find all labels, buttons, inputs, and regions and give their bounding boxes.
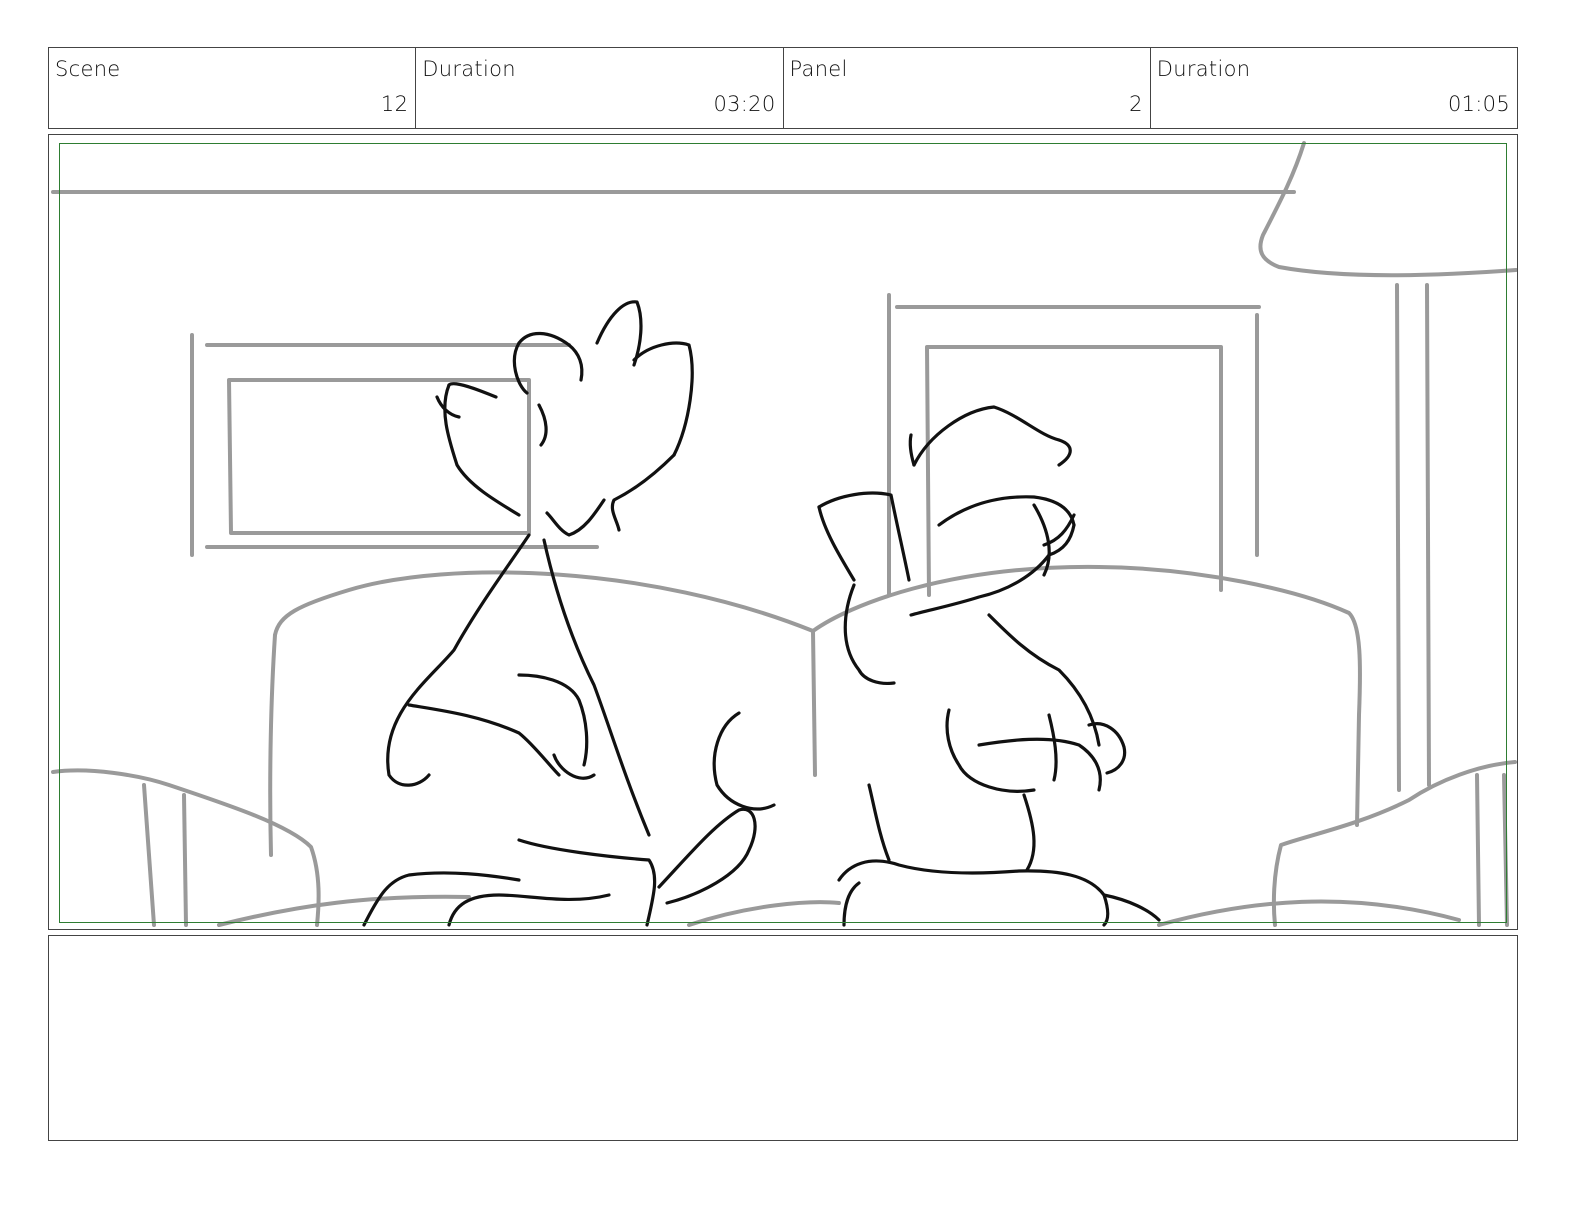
panel-notes-box[interactable] (48, 935, 1518, 1141)
scene-cell: Scene 12 (49, 48, 417, 128)
storyboard-panel-image (48, 134, 1518, 930)
panel-duration-value: 01:05 (1447, 92, 1510, 116)
panel-number: 2 (1129, 92, 1143, 116)
panel-sketch (51, 141, 1517, 927)
scene-duration-cell: Duration 03:20 (416, 48, 784, 128)
panel-cell: Panel 2 (784, 48, 1151, 128)
panel-duration-cell: Duration 01:05 (1151, 48, 1517, 128)
scene-duration-value: 03:20 (713, 92, 776, 116)
background-sketch (51, 141, 1517, 927)
scene-duration-label: Duration (422, 57, 516, 81)
scene-label: Scene (55, 57, 121, 81)
storyboard-header: Scene 12 Duration 03:20 Panel 2 Duration… (48, 47, 1518, 129)
panel-duration-label: Duration (1156, 57, 1251, 81)
panel-label: Panel (789, 57, 848, 81)
scene-number: 12 (380, 92, 409, 116)
